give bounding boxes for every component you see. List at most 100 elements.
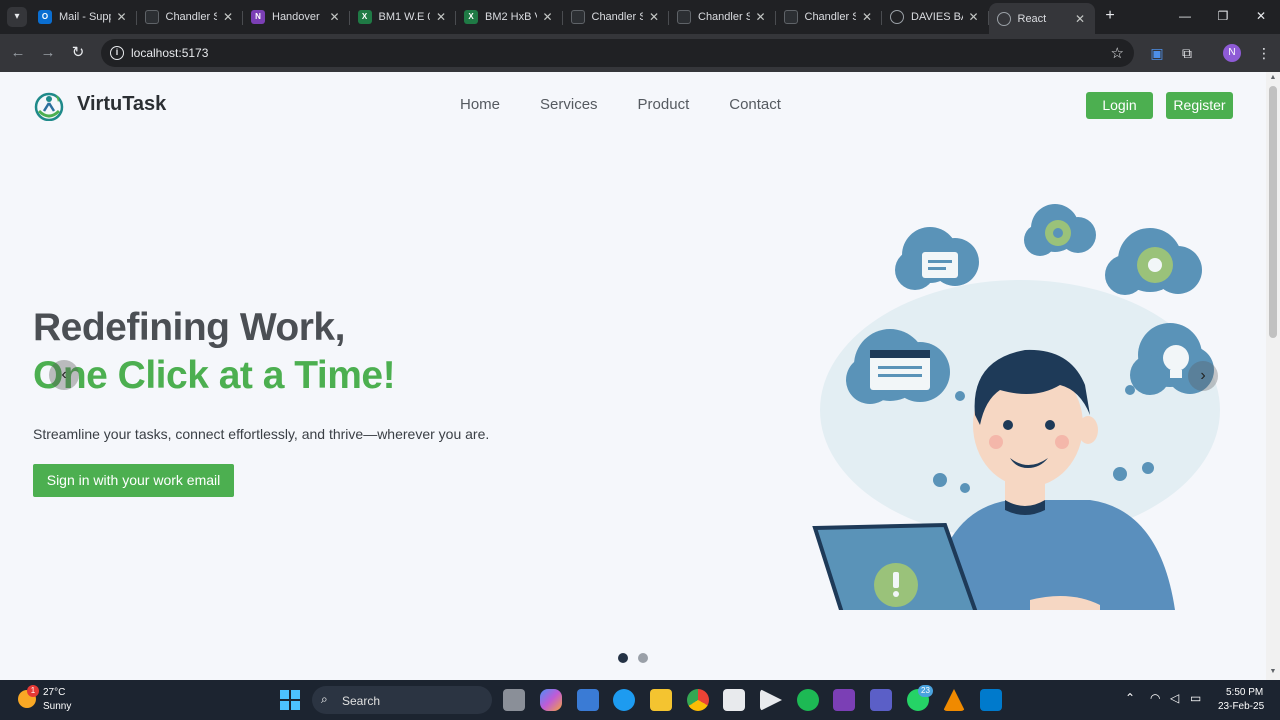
windows-start-icon[interactable]: [280, 690, 300, 710]
tab-mail[interactable]: O Mail - Supp ✕: [30, 3, 137, 31]
tab-title: BM1 W.E 0: [378, 11, 431, 23]
site-icon: [677, 10, 691, 24]
copilot-icon[interactable]: [540, 689, 562, 711]
bookmark-star-icon[interactable]: ☆: [1111, 44, 1124, 62]
tab-chandler-3[interactable]: Chandler S ✕: [669, 3, 776, 31]
close-tab-icon[interactable]: ✕: [328, 10, 342, 24]
page-scrollbar[interactable]: ▲ ▼: [1266, 72, 1280, 680]
globe-icon: [996, 11, 1011, 26]
tab-title: Chandler S: [698, 11, 750, 23]
close-tab-icon[interactable]: ✕: [434, 10, 448, 24]
scroll-down-icon[interactable]: ▼: [1266, 668, 1280, 678]
tab-title: Mail - Supp: [59, 11, 111, 23]
page-viewport: VirtuTask Home Services Product Contact …: [0, 72, 1266, 680]
tab-bm1[interactable]: X BM1 W.E 0 ✕: [350, 3, 457, 31]
site-icon: [144, 10, 159, 24]
tab-title: Chandler S: [165, 11, 218, 23]
snipping-tool-icon[interactable]: [723, 689, 745, 711]
close-tab-icon[interactable]: ✕: [1073, 12, 1087, 26]
tab-chandler-1[interactable]: Chandler S ✕: [137, 3, 244, 31]
taskbar-search[interactable]: ⌕ Search: [312, 686, 492, 714]
carousel-dot-2[interactable]: [638, 653, 648, 663]
profile-avatar[interactable]: N: [1223, 44, 1241, 62]
vscode-icon[interactable]: [980, 689, 1002, 711]
close-tab-icon[interactable]: ✕: [647, 10, 661, 24]
outlook-icon: O: [38, 10, 52, 24]
tab-handover[interactable]: N Handover ✕: [243, 3, 350, 31]
close-tab-icon[interactable]: ✕: [221, 10, 235, 24]
restore-icon[interactable]: ❐: [1204, 0, 1242, 32]
address-url: localhost:5173: [131, 46, 209, 60]
edge-icon[interactable]: [613, 689, 635, 711]
file-explorer-icon[interactable]: [650, 689, 672, 711]
nav-home[interactable]: Home: [460, 96, 500, 113]
battery-icon[interactable]: ▭: [1190, 691, 1201, 705]
nav-contact[interactable]: Contact: [729, 96, 781, 113]
login-button[interactable]: Login: [1086, 92, 1153, 119]
spotify-icon[interactable]: [797, 689, 819, 711]
tab-title: DAVIES BA: [911, 11, 963, 23]
search-icon: ⌕: [321, 692, 328, 706]
vlc-icon[interactable]: [943, 689, 965, 711]
tray-overflow-icon[interactable]: ⌃: [1125, 691, 1135, 705]
site-info-icon[interactable]: i: [110, 46, 124, 60]
tab-davies[interactable]: DAVIES BA ✕: [882, 3, 989, 31]
tab-chandler-4[interactable]: Chandler S ✕: [776, 3, 883, 31]
onenote-icon[interactable]: [833, 689, 855, 711]
weather-temp[interactable]: 27°C: [43, 687, 65, 698]
send-icon[interactable]: [760, 689, 782, 711]
taskbar-search-label: Search: [342, 694, 381, 708]
new-tab-button[interactable]: +: [1100, 6, 1120, 26]
nav-product[interactable]: Product: [638, 96, 690, 113]
weather-badge: 1: [27, 685, 39, 697]
tab-bm2[interactable]: X BM2 HxB V ✕: [456, 3, 563, 31]
lens-icon[interactable]: ▣: [1147, 43, 1167, 63]
clock-time[interactable]: 5:50 PM: [1226, 687, 1263, 698]
carousel-dot-1[interactable]: [618, 653, 628, 663]
tab-chandler-2[interactable]: Chandler S ✕: [563, 3, 670, 31]
extensions-icon[interactable]: ⧉: [1177, 43, 1197, 63]
hero-subtitle: Streamline your tasks, connect effortles…: [33, 426, 490, 442]
scroll-thumb[interactable]: [1269, 86, 1277, 338]
address-bar[interactable]: i localhost:5173 ☆: [101, 39, 1134, 67]
task-view-icon[interactable]: [503, 689, 525, 711]
close-tab-icon[interactable]: ✕: [860, 10, 874, 24]
tab-title: BM2 HxB V: [485, 11, 537, 23]
tab-react[interactable]: React ✕: [988, 3, 1095, 34]
sign-in-work-email-button[interactable]: Sign in with your work email: [33, 464, 234, 497]
back-icon[interactable]: ←: [8, 43, 28, 63]
weather-desc[interactable]: Sunny: [43, 701, 71, 712]
excel-icon: X: [357, 10, 372, 24]
chrome-icon[interactable]: [687, 689, 709, 711]
close-tab-icon[interactable]: ✕: [115, 10, 129, 24]
site-header: VirtuTask Home Services Product Contact …: [0, 72, 1266, 138]
thought-cloud-gear-large: [1105, 228, 1202, 295]
teams-icon[interactable]: [870, 689, 892, 711]
browser-toolbar: ← → ↻ i localhost:5173 ☆ ▣ ⧉ N ⋮: [0, 34, 1280, 72]
notepad-icon[interactable]: [577, 689, 599, 711]
wifi-icon[interactable]: ◠: [1150, 691, 1160, 705]
forward-icon[interactable]: →: [38, 43, 58, 63]
tab-list: O Mail - Supp ✕ Chandler S ✕ N Handover …: [30, 3, 1095, 34]
register-button[interactable]: Register: [1166, 92, 1233, 119]
close-tab-icon[interactable]: ✕: [541, 10, 555, 24]
globe-icon: [890, 10, 904, 24]
nav-services[interactable]: Services: [540, 96, 598, 113]
scroll-up-icon[interactable]: ▲: [1266, 74, 1280, 84]
carousel-next-button[interactable]: ›: [1188, 361, 1218, 391]
virtutask-logo-icon: [34, 92, 64, 121]
site-icon: [570, 10, 585, 24]
close-window-icon[interactable]: ✕: [1242, 0, 1280, 32]
onenote-icon: N: [251, 10, 265, 24]
reload-icon[interactable]: ↻: [68, 43, 88, 63]
volume-icon[interactable]: ◁: [1170, 691, 1179, 705]
close-tab-icon[interactable]: ✕: [967, 10, 981, 24]
menu-kebab-icon[interactable]: ⋮: [1254, 43, 1274, 63]
minimize-icon[interactable]: ―: [1166, 0, 1204, 32]
carousel-prev-button[interactable]: ‹: [49, 360, 79, 390]
tab-search-button[interactable]: ▾: [7, 7, 27, 27]
close-tab-icon[interactable]: ✕: [754, 10, 768, 24]
clock-date[interactable]: 23-Feb-25: [1218, 701, 1264, 712]
whatsapp-badge: 23: [918, 685, 933, 697]
thought-cloud-message: [895, 227, 979, 290]
